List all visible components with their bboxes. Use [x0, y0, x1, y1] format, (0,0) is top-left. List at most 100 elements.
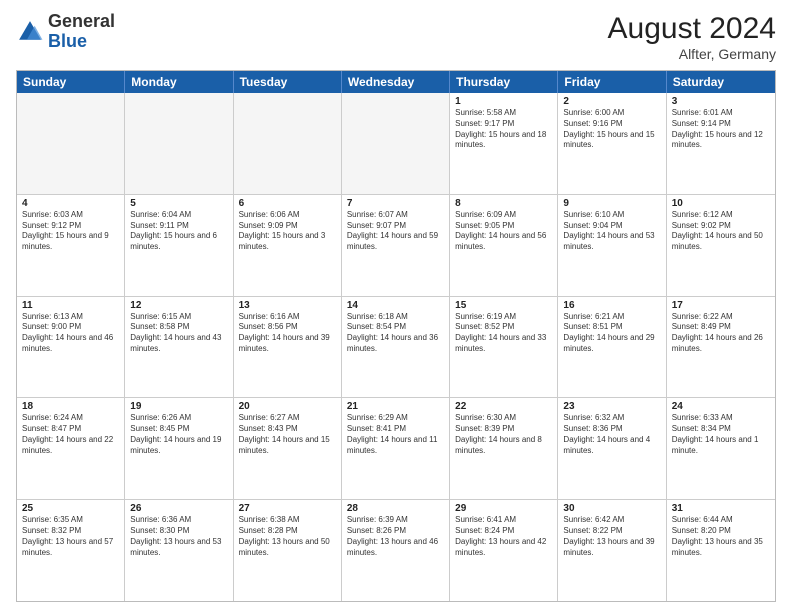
cell-info: Sunrise: 6:00 AMSunset: 9:16 PMDaylight:…	[563, 108, 660, 151]
day-number: 31	[672, 503, 770, 514]
cal-cell: 16Sunrise: 6:21 AMSunset: 8:51 PMDayligh…	[558, 297, 666, 398]
logo-general-text: General	[48, 11, 115, 31]
cal-cell: 17Sunrise: 6:22 AMSunset: 8:49 PMDayligh…	[667, 297, 775, 398]
logo-icon	[16, 18, 44, 46]
calendar-header: SundayMondayTuesdayWednesdayThursdayFrid…	[17, 71, 775, 93]
cal-cell: 24Sunrise: 6:33 AMSunset: 8:34 PMDayligh…	[667, 398, 775, 499]
cal-cell: 12Sunrise: 6:15 AMSunset: 8:58 PMDayligh…	[125, 297, 233, 398]
day-number: 7	[347, 198, 444, 209]
header-day-tuesday: Tuesday	[234, 71, 342, 93]
day-number: 5	[130, 198, 227, 209]
cal-cell: 4Sunrise: 6:03 AMSunset: 9:12 PMDaylight…	[17, 195, 125, 296]
cell-info: Sunrise: 6:38 AMSunset: 8:28 PMDaylight:…	[239, 515, 336, 558]
cal-cell: 3Sunrise: 6:01 AMSunset: 9:14 PMDaylight…	[667, 93, 775, 194]
title-block: August 2024 Alfter, Germany	[608, 12, 776, 62]
cal-cell: 21Sunrise: 6:29 AMSunset: 8:41 PMDayligh…	[342, 398, 450, 499]
cell-info: Sunrise: 6:33 AMSunset: 8:34 PMDaylight:…	[672, 413, 770, 456]
cal-cell: 25Sunrise: 6:35 AMSunset: 8:32 PMDayligh…	[17, 500, 125, 601]
day-number: 3	[672, 96, 770, 107]
cal-cell: 2Sunrise: 6:00 AMSunset: 9:16 PMDaylight…	[558, 93, 666, 194]
cell-info: Sunrise: 6:12 AMSunset: 9:02 PMDaylight:…	[672, 210, 770, 253]
day-number: 9	[563, 198, 660, 209]
cell-info: Sunrise: 6:21 AMSunset: 8:51 PMDaylight:…	[563, 312, 660, 355]
week-row-0: 1Sunrise: 5:58 AMSunset: 9:17 PMDaylight…	[17, 93, 775, 194]
cal-cell: 31Sunrise: 6:44 AMSunset: 8:20 PMDayligh…	[667, 500, 775, 601]
day-number: 17	[672, 300, 770, 311]
day-number: 11	[22, 300, 119, 311]
cal-cell: 22Sunrise: 6:30 AMSunset: 8:39 PMDayligh…	[450, 398, 558, 499]
header-day-friday: Friday	[558, 71, 666, 93]
cell-info: Sunrise: 6:16 AMSunset: 8:56 PMDaylight:…	[239, 312, 336, 355]
day-number: 19	[130, 401, 227, 412]
day-number: 24	[672, 401, 770, 412]
cell-info: Sunrise: 6:19 AMSunset: 8:52 PMDaylight:…	[455, 312, 552, 355]
day-number: 12	[130, 300, 227, 311]
cal-cell: 18Sunrise: 6:24 AMSunset: 8:47 PMDayligh…	[17, 398, 125, 499]
cal-cell: 9Sunrise: 6:10 AMSunset: 9:04 PMDaylight…	[558, 195, 666, 296]
day-number: 28	[347, 503, 444, 514]
day-number: 26	[130, 503, 227, 514]
cell-info: Sunrise: 6:04 AMSunset: 9:11 PMDaylight:…	[130, 210, 227, 253]
week-row-4: 25Sunrise: 6:35 AMSunset: 8:32 PMDayligh…	[17, 499, 775, 601]
cal-cell: 20Sunrise: 6:27 AMSunset: 8:43 PMDayligh…	[234, 398, 342, 499]
cell-info: Sunrise: 6:18 AMSunset: 8:54 PMDaylight:…	[347, 312, 444, 355]
cell-info: Sunrise: 6:03 AMSunset: 9:12 PMDaylight:…	[22, 210, 119, 253]
cell-info: Sunrise: 6:06 AMSunset: 9:09 PMDaylight:…	[239, 210, 336, 253]
cell-info: Sunrise: 6:35 AMSunset: 8:32 PMDaylight:…	[22, 515, 119, 558]
cal-cell: 29Sunrise: 6:41 AMSunset: 8:24 PMDayligh…	[450, 500, 558, 601]
cell-info: Sunrise: 6:07 AMSunset: 9:07 PMDaylight:…	[347, 210, 444, 253]
day-number: 21	[347, 401, 444, 412]
week-row-1: 4Sunrise: 6:03 AMSunset: 9:12 PMDaylight…	[17, 194, 775, 296]
cell-info: Sunrise: 6:09 AMSunset: 9:05 PMDaylight:…	[455, 210, 552, 253]
cal-cell: 30Sunrise: 6:42 AMSunset: 8:22 PMDayligh…	[558, 500, 666, 601]
header-day-saturday: Saturday	[667, 71, 775, 93]
day-number: 23	[563, 401, 660, 412]
day-number: 6	[239, 198, 336, 209]
cal-cell	[342, 93, 450, 194]
cell-info: Sunrise: 6:39 AMSunset: 8:26 PMDaylight:…	[347, 515, 444, 558]
cal-cell: 26Sunrise: 6:36 AMSunset: 8:30 PMDayligh…	[125, 500, 233, 601]
month-year: August 2024	[608, 12, 776, 46]
cal-cell	[17, 93, 125, 194]
cell-info: Sunrise: 6:30 AMSunset: 8:39 PMDaylight:…	[455, 413, 552, 456]
cal-cell: 6Sunrise: 6:06 AMSunset: 9:09 PMDaylight…	[234, 195, 342, 296]
cal-cell: 27Sunrise: 6:38 AMSunset: 8:28 PMDayligh…	[234, 500, 342, 601]
day-number: 10	[672, 198, 770, 209]
day-number: 20	[239, 401, 336, 412]
cal-cell: 10Sunrise: 6:12 AMSunset: 9:02 PMDayligh…	[667, 195, 775, 296]
cell-info: Sunrise: 6:22 AMSunset: 8:49 PMDaylight:…	[672, 312, 770, 355]
cell-info: Sunrise: 6:26 AMSunset: 8:45 PMDaylight:…	[130, 413, 227, 456]
day-number: 15	[455, 300, 552, 311]
day-number: 18	[22, 401, 119, 412]
cal-cell: 1Sunrise: 5:58 AMSunset: 9:17 PMDaylight…	[450, 93, 558, 194]
cell-info: Sunrise: 6:10 AMSunset: 9:04 PMDaylight:…	[563, 210, 660, 253]
day-number: 14	[347, 300, 444, 311]
cal-cell: 7Sunrise: 6:07 AMSunset: 9:07 PMDaylight…	[342, 195, 450, 296]
header: General Blue August 2024 Alfter, Germany	[16, 12, 776, 62]
logo: General Blue	[16, 12, 115, 52]
cell-info: Sunrise: 6:29 AMSunset: 8:41 PMDaylight:…	[347, 413, 444, 456]
week-row-3: 18Sunrise: 6:24 AMSunset: 8:47 PMDayligh…	[17, 397, 775, 499]
day-number: 29	[455, 503, 552, 514]
page: General Blue August 2024 Alfter, Germany…	[0, 0, 792, 612]
day-number: 25	[22, 503, 119, 514]
day-number: 2	[563, 96, 660, 107]
logo-blue-text: Blue	[48, 31, 87, 51]
cal-cell: 19Sunrise: 6:26 AMSunset: 8:45 PMDayligh…	[125, 398, 233, 499]
cell-info: Sunrise: 5:58 AMSunset: 9:17 PMDaylight:…	[455, 108, 552, 151]
header-day-sunday: Sunday	[17, 71, 125, 93]
cell-info: Sunrise: 6:41 AMSunset: 8:24 PMDaylight:…	[455, 515, 552, 558]
cal-cell: 14Sunrise: 6:18 AMSunset: 8:54 PMDayligh…	[342, 297, 450, 398]
cal-cell	[234, 93, 342, 194]
cal-cell: 5Sunrise: 6:04 AMSunset: 9:11 PMDaylight…	[125, 195, 233, 296]
day-number: 1	[455, 96, 552, 107]
header-day-thursday: Thursday	[450, 71, 558, 93]
cell-info: Sunrise: 6:01 AMSunset: 9:14 PMDaylight:…	[672, 108, 770, 151]
cell-info: Sunrise: 6:42 AMSunset: 8:22 PMDaylight:…	[563, 515, 660, 558]
day-number: 22	[455, 401, 552, 412]
day-number: 4	[22, 198, 119, 209]
cal-cell: 11Sunrise: 6:13 AMSunset: 9:00 PMDayligh…	[17, 297, 125, 398]
cal-cell: 28Sunrise: 6:39 AMSunset: 8:26 PMDayligh…	[342, 500, 450, 601]
cell-info: Sunrise: 6:44 AMSunset: 8:20 PMDaylight:…	[672, 515, 770, 558]
day-number: 16	[563, 300, 660, 311]
